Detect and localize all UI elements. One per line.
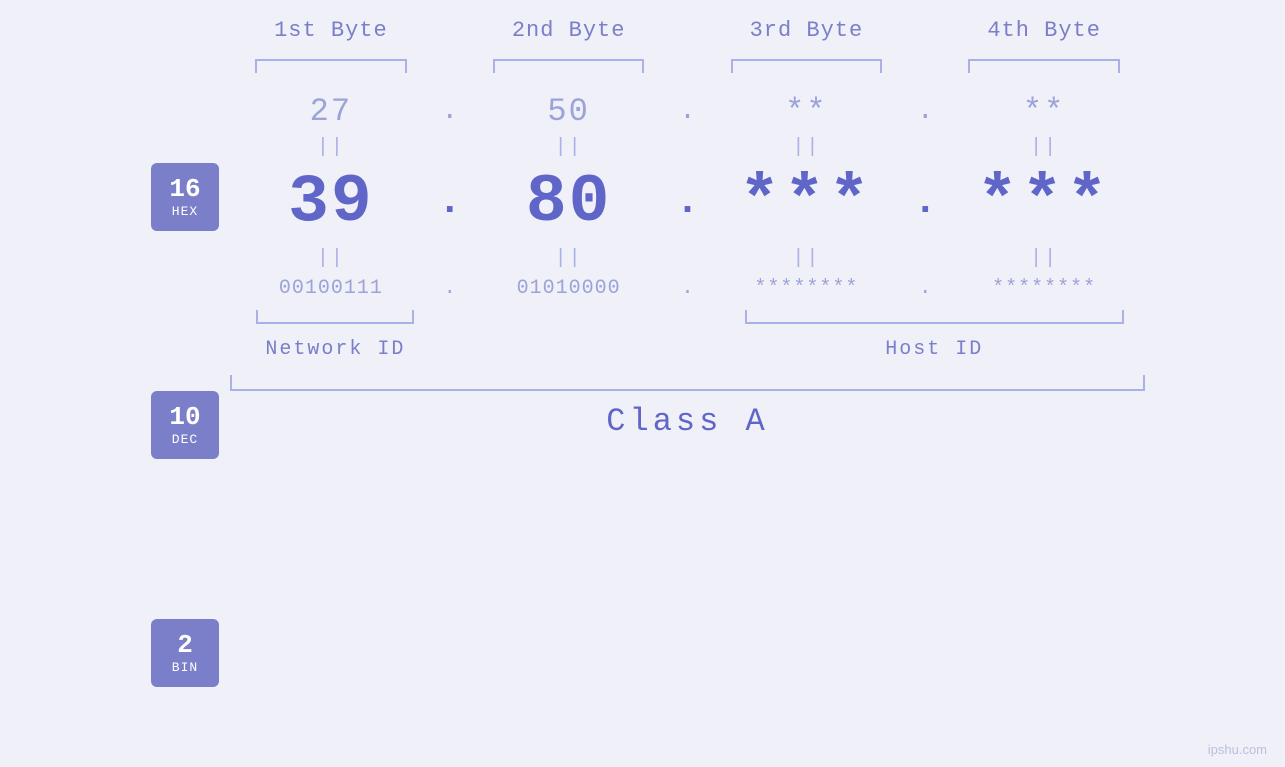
hex-badge: 16 HEX [151,163,219,231]
bin-val1: 00100111 [279,277,383,300]
eq-row: || || || || [230,136,1145,160]
bin-val4: ******** [992,277,1096,300]
byte2-header: 2nd Byte [468,18,670,43]
bin-val2: 01010000 [517,277,621,300]
dec-row: 39 . 80 . *** . *** [230,164,1145,241]
hex-val3: ** [785,93,827,130]
dec-val1: 39 [288,164,374,241]
dec-dot2: . [675,180,699,229]
hex-val2: 50 [547,93,589,130]
network-id-label: Network ID [265,338,405,361]
hex-badge-label: HEX [172,204,198,219]
byte4-header: 4th Byte [943,18,1145,43]
bin-badge-number: 2 [177,631,193,660]
dec-badge-number: 10 [169,403,200,432]
bin-dot3: . [919,277,931,300]
hex-val1: 27 [310,93,352,130]
eq2: || [555,136,583,159]
dec-val2: 80 [526,164,612,241]
bin-dot2: . [681,277,693,300]
dec-badge: 10 DEC [151,391,219,459]
eq3: || [792,136,820,159]
eq4: || [1030,136,1058,159]
bin-row: 00100111 . 01010000 . ******** . [230,277,1145,300]
dec-badge-label: DEC [172,432,198,447]
class-label: Class A [606,403,768,440]
hex-val4: ** [1023,93,1065,130]
eq1: || [317,136,345,159]
hex-dot3: . [917,96,934,127]
eq1b: || [317,247,345,270]
dec-dot1: . [438,180,462,229]
labels-row: Network ID Host ID [230,338,1145,361]
hex-badge-number: 16 [169,175,200,204]
dec-dot3: . [913,180,937,229]
dec-val3: *** [739,164,873,241]
byte3-header: 3rd Byte [706,18,908,43]
bottom-brackets-row [230,310,1145,334]
bin-val3: ******** [754,277,858,300]
dec-val4: *** [977,164,1111,241]
watermark: ipshu.com [1208,742,1267,757]
big-bracket [230,375,1145,391]
host-id-label: Host ID [885,338,983,361]
hex-row: 27 . 50 . ** . ** [230,93,1145,130]
eq4b: || [1030,247,1058,270]
hex-dot2: . [679,96,696,127]
eq3b: || [792,247,820,270]
bin-badge: 2 BIN [151,619,219,687]
byte1-header: 1st Byte [230,18,432,43]
bin-dot1: . [444,277,456,300]
bin-badge-label: BIN [172,660,198,675]
eq-row2: || || || || [230,247,1145,271]
class-row: Class A [230,403,1145,440]
eq2b: || [555,247,583,270]
hex-dot1: . [441,96,458,127]
